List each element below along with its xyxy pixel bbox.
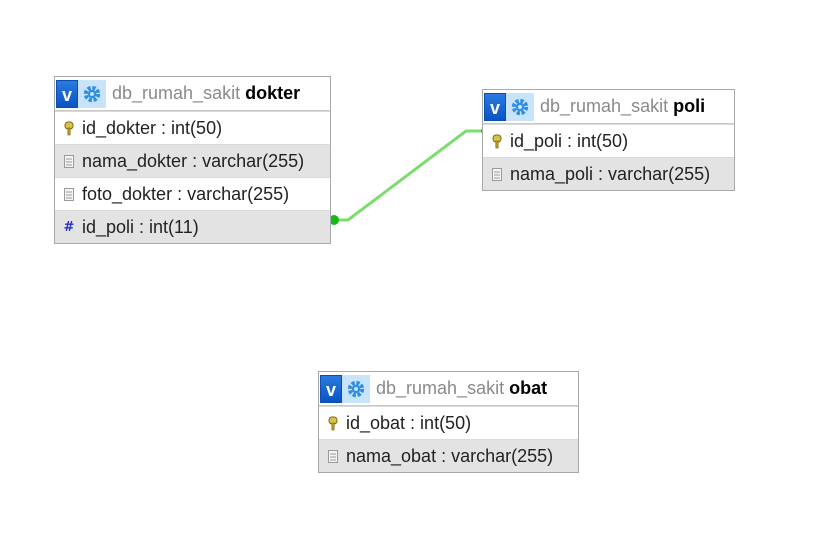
- table-options-button[interactable]: [506, 92, 534, 121]
- column-row-id-obat[interactable]: id_obat : int(50): [319, 406, 578, 439]
- table-header-poli[interactable]: v db_rumah_sakit poli: [483, 90, 734, 124]
- column-label: nama_dokter : varchar(255): [82, 150, 305, 171]
- column-row-id-poli-fk[interactable]: # id_poli : int(11): [55, 210, 330, 243]
- column-label: id_poli : int(50): [510, 130, 629, 151]
- toggle-columns-button[interactable]: v: [484, 92, 506, 121]
- column-label: nama_poli : varchar(255): [510, 163, 711, 184]
- table-header-dokter[interactable]: v db_rumah_sakit dokter: [55, 77, 330, 111]
- column-row-nama-poli[interactable]: nama_poli : varchar(255): [483, 157, 734, 190]
- column-label: id_obat : int(50): [346, 412, 472, 433]
- table-name: poli: [673, 96, 706, 116]
- column-row-nama-dokter[interactable]: nama_dokter : varchar(255): [55, 144, 330, 177]
- key-icon: [64, 121, 74, 135]
- key-icon: [492, 134, 502, 148]
- table-name: dokter: [245, 83, 301, 103]
- column-row-id-dokter[interactable]: id_dokter : int(50): [55, 111, 330, 144]
- database-name: db_rumah_sakit: [112, 83, 241, 103]
- toggle-columns-button[interactable]: v: [56, 79, 78, 108]
- column-label: id_dokter : int(50): [82, 117, 223, 138]
- database-name: db_rumah_sakit: [540, 96, 669, 116]
- table-header-obat[interactable]: v db_rumah_sakit obat: [319, 372, 578, 406]
- key-icon: [328, 416, 338, 430]
- column-label: foto_dokter : varchar(255): [82, 183, 290, 204]
- database-name: db_rumah_sakit: [376, 378, 505, 398]
- column-row-foto-dokter[interactable]: foto_dokter : varchar(255): [55, 177, 330, 210]
- numeric-hash-icon: #: [63, 219, 75, 235]
- gear-icon: [83, 85, 101, 102]
- table-obat[interactable]: v db_rumah_sakit obat id_obat : int(50): [318, 371, 579, 473]
- column-label: id_poli : int(11): [82, 216, 199, 237]
- column-label: nama_obat : varchar(255): [346, 445, 554, 466]
- table-name: obat: [509, 378, 548, 398]
- designer-canvas: v db_rumah_sakit dokter id_dokter : int(…: [0, 0, 822, 540]
- text-field-icon: [64, 187, 74, 201]
- gear-icon: [511, 98, 529, 115]
- relation-path: [334, 129, 482, 222]
- table-poli[interactable]: v db_rumah_sakit poli id_poli : int(50): [482, 89, 735, 191]
- column-row-nama-obat[interactable]: nama_obat : varchar(255): [319, 439, 578, 472]
- toggle-columns-button[interactable]: v: [320, 374, 342, 403]
- text-field-icon: [64, 154, 74, 168]
- text-field-icon: [492, 167, 502, 181]
- gear-icon: [347, 380, 365, 397]
- table-dokter[interactable]: v db_rumah_sakit dokter id_dokter : int(…: [54, 76, 331, 244]
- table-options-button[interactable]: [342, 374, 370, 403]
- column-row-id-poli[interactable]: id_poli : int(50): [483, 124, 734, 157]
- table-options-button[interactable]: [78, 79, 106, 108]
- text-field-icon: [328, 449, 338, 463]
